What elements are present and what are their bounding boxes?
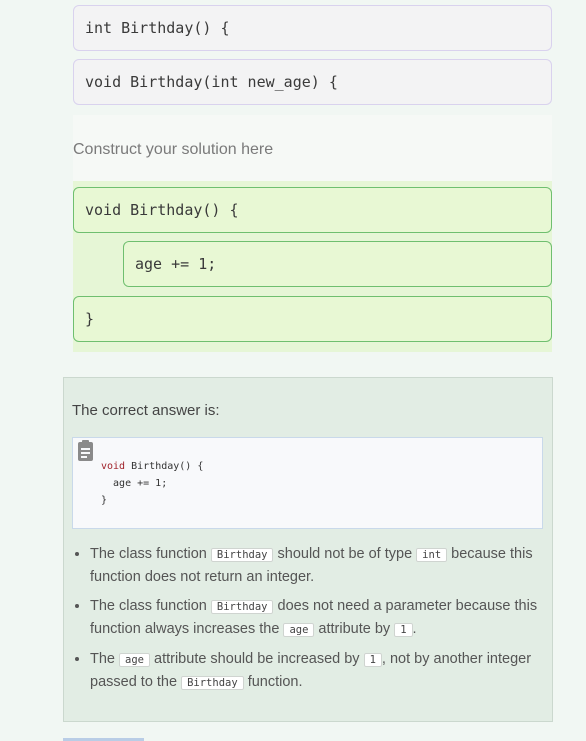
text: The (90, 651, 120, 667)
construct-label: Construct your solution here (73, 141, 274, 158)
text: The class function (90, 598, 211, 614)
solution-block-2[interactable]: age += 1; (123, 241, 552, 287)
inline-code: 1 (363, 653, 382, 667)
code-line-2: age += 1; (101, 478, 168, 489)
inline-code: Birthday (181, 676, 244, 690)
text: . (412, 621, 417, 637)
code-keyword: void (101, 461, 126, 472)
inline-code: Birthday (210, 600, 274, 614)
source-block-1[interactable]: int Birthday() { (73, 5, 552, 51)
explanation-item-3: The age attribute should be increased by… (90, 648, 560, 694)
feedback-panel: The correct answer is: void Birthday() {… (63, 377, 553, 722)
text: should not be of type (273, 546, 417, 562)
explanation-list: The class function Birthday should not b… (72, 543, 560, 701)
solution-block-3[interactable]: } (73, 296, 552, 342)
code-line-3: } (101, 495, 108, 506)
clipboard-icon[interactable] (78, 440, 93, 461)
text: attribute should be increased by (149, 651, 364, 667)
explanation-item-1: The class function Birthday should not b… (90, 543, 560, 588)
feedback-title: The correct answer is: (72, 402, 220, 419)
answer-code: void Birthday() { age += 1; } (101, 458, 203, 509)
text: function. (243, 674, 303, 690)
inline-code: age (119, 653, 150, 667)
text: attribute by (314, 621, 395, 637)
explanation-item-2: The class function Birthday does not nee… (90, 595, 560, 641)
code-line-1-rest: Birthday() { (125, 461, 204, 472)
answer-code-box: void Birthday() { age += 1; } (72, 437, 543, 529)
text: The class function (90, 546, 211, 562)
inline-code: age (283, 623, 315, 637)
inline-code: int (416, 548, 448, 562)
source-block-2[interactable]: void Birthday(int new_age) { (73, 59, 552, 105)
inline-code: 1 (394, 623, 413, 637)
inline-code: Birthday (210, 548, 274, 562)
solution-block-1[interactable]: void Birthday() { (73, 187, 552, 233)
